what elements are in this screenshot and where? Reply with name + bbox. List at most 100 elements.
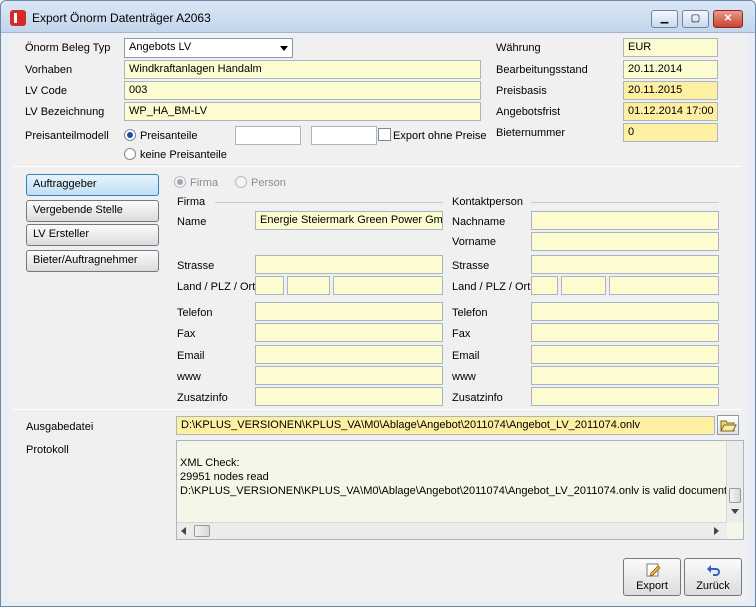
maximize-icon[interactable]: ▢ bbox=[682, 10, 709, 28]
lv-bezeichnung-field[interactable]: WP_HA_BM-LV bbox=[124, 102, 481, 121]
firma-strasse-field[interactable] bbox=[255, 255, 443, 274]
dialog-body: Önorm Beleg Typ Angebots LV Vorhaben Win… bbox=[9, 33, 747, 601]
vorhaben-label: Vorhaben bbox=[25, 64, 73, 76]
bearbeitungsstand-field[interactable]: 20.11.2014 bbox=[623, 60, 718, 79]
kontakt-www-label: www bbox=[452, 371, 476, 383]
scroll-thumb-horizontal[interactable] bbox=[194, 525, 210, 537]
lv-code-label: LV Code bbox=[25, 85, 67, 97]
kontakt-group-line bbox=[531, 202, 719, 203]
horizontal-scrollbar[interactable] bbox=[177, 522, 727, 539]
beleg-typ-label: Önorm Beleg Typ bbox=[25, 42, 111, 54]
sidebar-item-vergebende-stelle[interactable]: Vergebende Stelle bbox=[26, 200, 159, 222]
sidebar-item-bieter[interactable]: Bieter/Auftragnehmer bbox=[26, 250, 159, 272]
lv-bezeichnung-label: LV Bezeichnung bbox=[25, 106, 105, 118]
bieternummer-label: Bieternummer bbox=[496, 127, 566, 139]
kontakt-fax-field[interactable] bbox=[531, 323, 719, 342]
radio-keine-label: keine Preisanteile bbox=[140, 149, 227, 161]
firma-zusatz-field[interactable] bbox=[255, 387, 443, 406]
title-bar[interactable]: Export Önorm Datenträger A2063 ▁ ▢ ✕ bbox=[1, 1, 755, 33]
firma-zusatz-label: Zusatzinfo bbox=[177, 392, 228, 404]
sidebar-item-lv-ersteller[interactable]: LV Ersteller bbox=[26, 224, 159, 246]
scroll-left-icon[interactable] bbox=[181, 527, 186, 535]
close-icon[interactable]: ✕ bbox=[713, 10, 743, 28]
scroll-right-icon[interactable] bbox=[714, 527, 719, 535]
firma-land-field[interactable] bbox=[255, 276, 284, 295]
kontakt-land-field[interactable] bbox=[531, 276, 558, 295]
minimize-icon[interactable]: ▁ bbox=[651, 10, 678, 28]
kontakt-land-label: Land / PLZ / Ort bbox=[452, 281, 531, 293]
beleg-typ-select[interactable]: Angebots LV bbox=[124, 38, 293, 58]
radio-person-label: Person bbox=[251, 177, 286, 189]
kontakt-plz-field[interactable] bbox=[561, 276, 606, 295]
firma-strasse-label: Strasse bbox=[177, 260, 215, 272]
angebotsfrist-label: Angebotsfrist bbox=[496, 106, 561, 118]
kontakt-www-field[interactable] bbox=[531, 366, 719, 385]
preisbasis-field[interactable]: 20.11.2015 bbox=[623, 81, 718, 100]
firma-fax-label: Fax bbox=[177, 328, 196, 340]
zurueck-button[interactable]: Zurück bbox=[684, 558, 742, 596]
preisanteil-label: Preisanteilmodell bbox=[25, 130, 109, 142]
angebotsfrist-field[interactable]: 01.12.2014 17:00 bbox=[623, 102, 718, 121]
firma-email-field[interactable] bbox=[255, 345, 443, 364]
kontakt-email-field[interactable] bbox=[531, 345, 719, 364]
firma-name-field[interactable]: Energie Steiermark Green Power Gmb bbox=[255, 211, 443, 230]
undo-arrow-icon bbox=[707, 565, 720, 576]
waehrung-label: Währung bbox=[496, 42, 541, 54]
kontakt-telefon-field[interactable] bbox=[531, 302, 719, 321]
name-label: Name bbox=[177, 216, 207, 228]
sidebar-item-auftraggeber[interactable]: Auftraggeber bbox=[26, 174, 159, 196]
firma-telefon-field[interactable] bbox=[255, 302, 443, 321]
vorhaben-field[interactable]: Windkraftanlagen Handalm bbox=[124, 60, 481, 79]
export-window: Export Önorm Datenträger A2063 ▁ ▢ ✕ Öno… bbox=[0, 0, 756, 607]
firma-ort-field[interactable] bbox=[333, 276, 443, 295]
radio-firma-label: Firma bbox=[190, 177, 219, 189]
vorname-label: Vorname bbox=[452, 236, 497, 248]
bieternummer-field[interactable]: 0 bbox=[623, 123, 718, 142]
nachname-field[interactable] bbox=[531, 211, 719, 230]
firma-land-label: Land / PLZ / Ort bbox=[177, 281, 256, 293]
radio-preisanteile[interactable] bbox=[124, 129, 136, 141]
chevron-down-icon bbox=[280, 46, 288, 51]
radio-firma[interactable] bbox=[174, 176, 186, 188]
app-logo-icon bbox=[10, 10, 26, 26]
kontakt-strasse-field[interactable] bbox=[531, 255, 719, 274]
vorname-field[interactable] bbox=[531, 232, 719, 251]
scroll-thumb[interactable] bbox=[729, 488, 741, 503]
preisbasis-label: Preisbasis bbox=[496, 85, 547, 97]
ausgabedatei-label: Ausgabedatei bbox=[26, 421, 94, 433]
export-button[interactable]: Export bbox=[623, 558, 681, 596]
firma-group-label: Firma bbox=[177, 196, 206, 208]
window-title: Export Önorm Datenträger A2063 bbox=[32, 11, 211, 25]
protokoll-text: XML Check: 29951 nodes read D:\KPLUS_VER… bbox=[180, 457, 728, 497]
protokoll-log[interactable]: XML Check: 29951 nodes read D:\KPLUS_VER… bbox=[176, 440, 744, 540]
firma-fax-field[interactable] bbox=[255, 323, 443, 342]
radio-keine-preisanteile[interactable] bbox=[124, 148, 136, 160]
bearbeitungsstand-label: Bearbeitungsstand bbox=[496, 64, 588, 76]
folder-open-icon[interactable] bbox=[717, 415, 739, 435]
firma-plz-field[interactable] bbox=[287, 276, 330, 295]
preisanteil-field-1[interactable] bbox=[235, 126, 301, 145]
kontakt-email-label: Email bbox=[452, 350, 480, 362]
divider bbox=[13, 166, 741, 167]
export-label: Export bbox=[636, 580, 668, 592]
export-ohne-preise-checkbox[interactable] bbox=[378, 128, 391, 141]
waehrung-field[interactable]: EUR bbox=[623, 38, 718, 57]
radio-preisanteile-label: Preisanteile bbox=[140, 130, 198, 142]
firma-www-label: www bbox=[177, 371, 201, 383]
vertical-scrollbar[interactable] bbox=[726, 441, 743, 523]
preisanteil-field-2[interactable] bbox=[311, 126, 377, 145]
zurueck-label: Zurück bbox=[696, 580, 730, 592]
kontakt-fax-label: Fax bbox=[452, 328, 471, 340]
firma-email-label: Email bbox=[177, 350, 205, 362]
radio-person[interactable] bbox=[235, 176, 247, 188]
lv-code-field[interactable]: 003 bbox=[124, 81, 481, 100]
protokoll-label: Protokoll bbox=[26, 444, 69, 456]
ausgabedatei-field[interactable]: D:\KPLUS_VERSIONEN\KPLUS_VA\M0\Ablage\An… bbox=[176, 416, 715, 435]
kontakt-zusatz-field[interactable] bbox=[531, 387, 719, 406]
scroll-down-icon[interactable] bbox=[731, 509, 739, 514]
kontakt-ort-field[interactable] bbox=[609, 276, 719, 295]
firma-www-field[interactable] bbox=[255, 366, 443, 385]
beleg-typ-value: Angebots LV bbox=[129, 41, 192, 53]
kontakt-group-label: Kontaktperson bbox=[452, 196, 523, 208]
firma-group-line bbox=[215, 202, 443, 203]
